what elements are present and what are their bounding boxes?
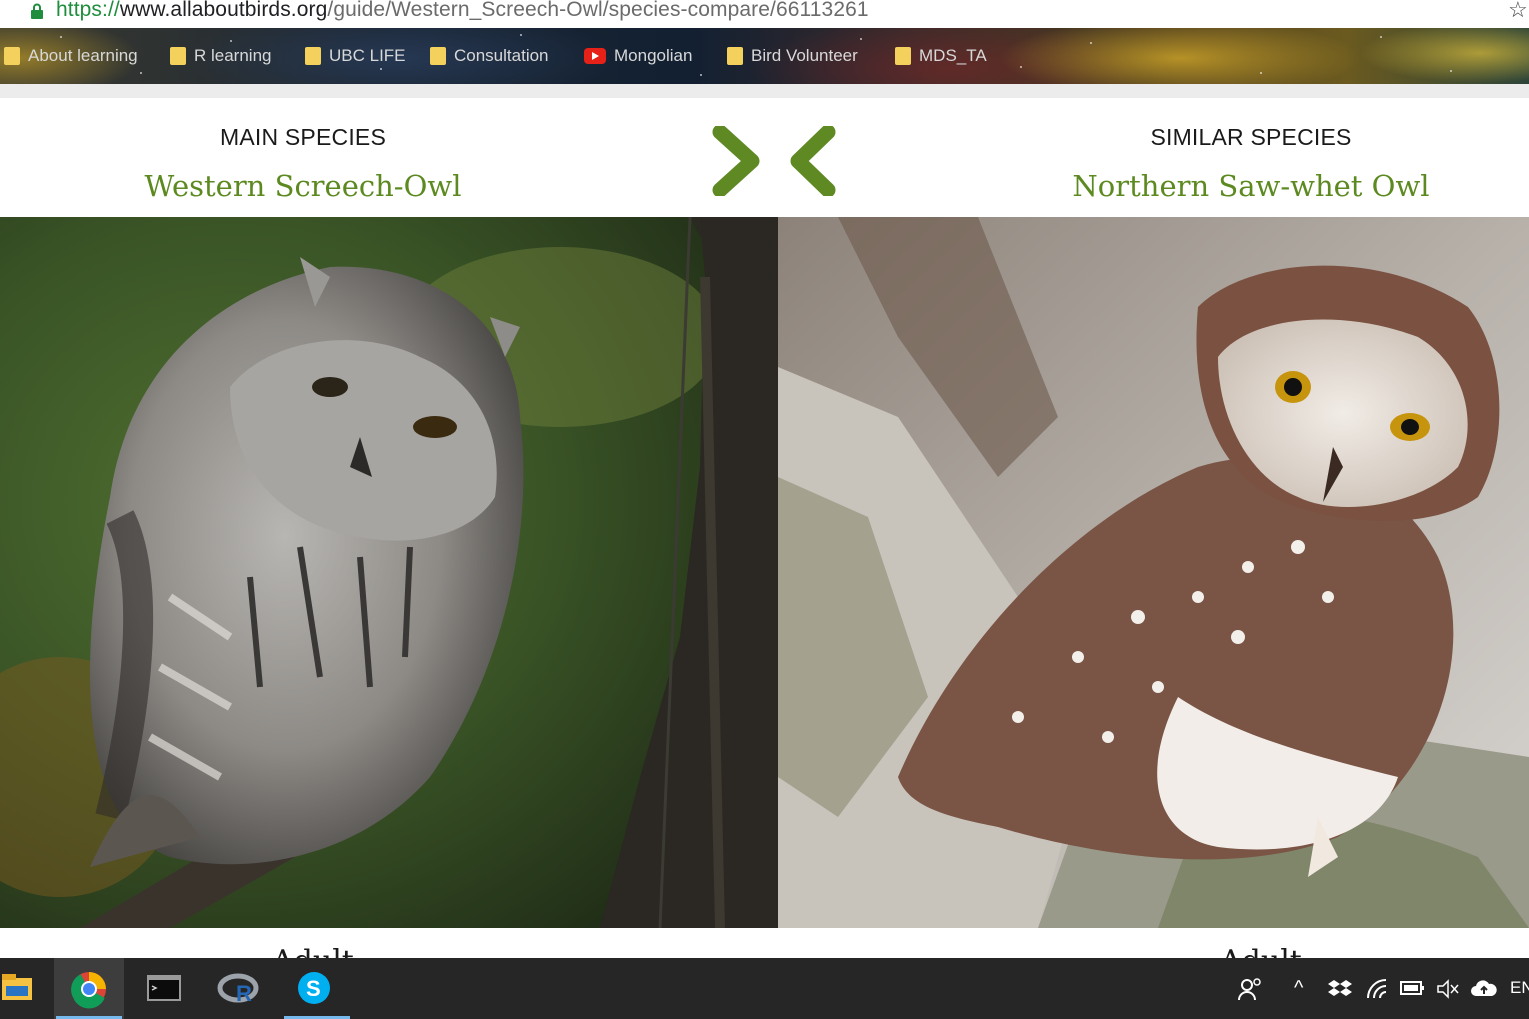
main-species-name[interactable]: Western Screech-Owl xyxy=(43,169,563,203)
bookmark-ubc-life[interactable]: UBC LIFE xyxy=(305,44,406,68)
volume-muted-icon[interactable] xyxy=(1436,978,1460,1000)
folder-icon xyxy=(895,47,911,65)
northern-saw-whet-owl-photo[interactable] xyxy=(778,217,1529,928)
similar-species-kicker: SIMILAR SPECIES xyxy=(1150,124,1352,150)
bookmark-consultation[interactable]: Consultation xyxy=(430,44,549,68)
lock-icon xyxy=(31,3,43,19)
bookmark-label: About learning xyxy=(28,46,138,65)
folder-icon xyxy=(305,47,321,65)
browser-window: https://www.allaboutbirds.org/guide/West… xyxy=(0,0,1529,1019)
input-language-indicator[interactable]: EN xyxy=(1510,974,1529,1002)
bookmark-label: Consultation xyxy=(454,46,549,65)
wifi-icon[interactable] xyxy=(1366,978,1390,1000)
bookmark-star-icon[interactable]: ☆ xyxy=(1508,0,1528,23)
main-species-block: MAIN SPECIES Western Screech-Owl xyxy=(43,124,563,203)
svg-text:S: S xyxy=(306,976,321,1001)
bookmark-mds-ta[interactable]: MDS_TA xyxy=(895,44,987,68)
bookmark-label: R learning xyxy=(194,46,272,65)
show-hidden-icons-icon[interactable]: ^ xyxy=(1294,974,1303,1002)
caption-row: Adult Adult xyxy=(0,928,1529,960)
compare-chevrons-icon xyxy=(712,126,836,196)
bookmark-bird-volunteer[interactable]: Bird Volunteer xyxy=(727,44,858,68)
bookmark-label: Bird Volunteer xyxy=(751,46,858,65)
skype-icon: S xyxy=(298,972,330,1004)
people-icon[interactable] xyxy=(1238,976,1264,1002)
species-photos xyxy=(0,217,1529,928)
svg-text:R: R xyxy=(236,981,252,1006)
page-top-gap xyxy=(0,84,1529,98)
main-species-kicker: MAIN SPECIES xyxy=(220,124,386,150)
bookmark-label: Mongolian xyxy=(614,46,693,65)
skype-taskbar-button[interactable]: S xyxy=(282,958,352,1019)
r-icon: R xyxy=(217,973,259,1006)
dropbox-icon[interactable] xyxy=(1328,978,1352,1000)
youtube-icon xyxy=(584,48,606,64)
chrome-icon xyxy=(71,972,106,1009)
url-scheme: https:// xyxy=(56,0,120,21)
bookmark-mongolian[interactable]: Mongolian xyxy=(584,44,692,68)
western-screech-owl-photo[interactable] xyxy=(0,217,778,928)
bookmark-r-learning[interactable]: R learning xyxy=(170,44,272,68)
terminal-taskbar-button[interactable] xyxy=(130,958,200,1019)
taskbar: R S ^ EN xyxy=(0,958,1529,1019)
r-taskbar-button[interactable]: R xyxy=(206,958,276,1019)
bookmark-label: MDS_TA xyxy=(919,46,987,65)
similar-species-name[interactable]: Northern Saw-whet Owl xyxy=(991,169,1511,203)
folder-icon xyxy=(727,47,743,65)
bookmarks-bar: About learning R learning UBC LIFE Consu… xyxy=(0,28,1529,84)
battery-icon[interactable] xyxy=(1400,980,1426,998)
folder-icon xyxy=(4,47,20,65)
similar-species-block: SIMILAR SPECIES Northern Saw-whet Owl xyxy=(991,124,1511,203)
onedrive-cloud-icon[interactable] xyxy=(1470,978,1498,1000)
url-text[interactable]: https://www.allaboutbirds.org/guide/West… xyxy=(56,0,869,22)
url-host: www.allaboutbirds.org xyxy=(119,0,328,21)
bookmark-label: UBC LIFE xyxy=(329,46,406,65)
chrome-taskbar-button[interactable] xyxy=(54,958,124,1019)
url-path: /guide/Western_Screech-Owl/species-compa… xyxy=(327,0,869,21)
folder-icon xyxy=(170,47,186,65)
folder-icon xyxy=(430,47,446,65)
bookmark-about-learning[interactable]: About learning xyxy=(4,44,138,68)
species-compare-header: MAIN SPECIES Western Screech-Owl SIMILAR… xyxy=(0,98,1529,217)
terminal-icon xyxy=(147,975,181,1001)
address-bar[interactable]: https://www.allaboutbirds.org/guide/West… xyxy=(0,0,1529,28)
